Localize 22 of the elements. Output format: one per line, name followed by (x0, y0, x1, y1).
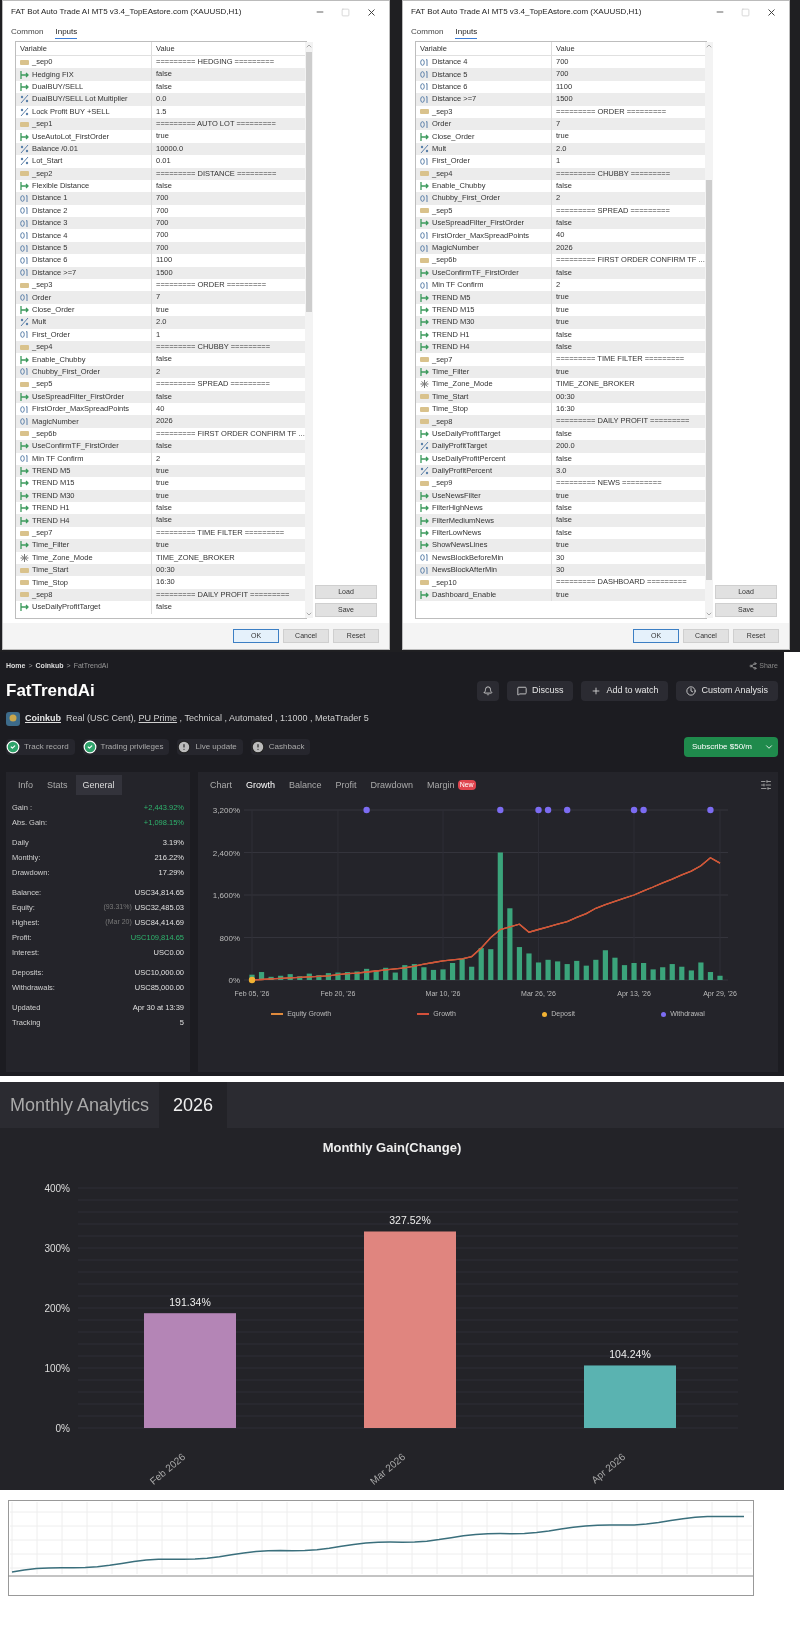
status-badge: Track record (6, 739, 75, 755)
chart-title: Monthly Gain(Change) (322, 1139, 462, 1157)
axis-tick-label: 1,600% (212, 891, 240, 900)
axis-tick-label: 300% (44, 1242, 70, 1254)
axis-tick-label: 0% (228, 976, 240, 985)
account-details: Real (USC Cent), PU Prime , Technical , Automated , 1:1000 , MetaTrader 5 (66, 712, 369, 726)
axis-tick-label: 2,400% (212, 848, 240, 858)
axis-tick-label: 0% (55, 1422, 70, 1434)
axis-tick-label: 200% (44, 1302, 70, 1314)
status-badge: Cashback (250, 739, 311, 755)
window-title: FAT Bot Auto Trade AI MT5 v3.4_TopEAstore.com (XAUUSD,H1) (411, 6, 642, 18)
window-title: FAT Bot Auto Trade AI MT5 v3.4_TopEAstore.com (XAUUSD,H1) (11, 6, 242, 18)
axis-tick-label: 3,200% (212, 806, 240, 815)
axis-tick-label: 400% (44, 1182, 70, 1194)
bar-value-label: 191.34% (169, 1295, 211, 1308)
status-badge: Trading privileges (82, 739, 170, 755)
axis-tick-label: 100% (44, 1362, 70, 1374)
bar-value-label: 104.24% (609, 1347, 651, 1360)
bar-value-label: 327.52% (389, 1214, 431, 1226)
page-title: FatTrendAi (6, 680, 95, 703)
status-badge: Live update (177, 739, 243, 755)
axis-tick-label: 800% (219, 933, 240, 943)
